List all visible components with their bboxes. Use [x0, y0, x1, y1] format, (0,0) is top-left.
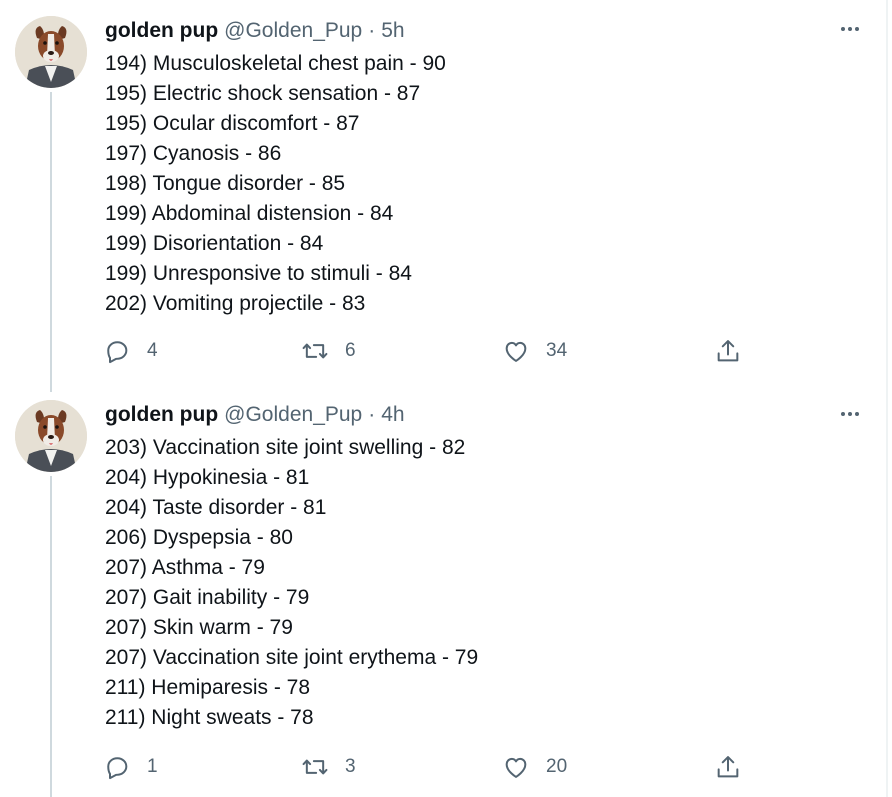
tweet-header: golden pup @Golden_Pup · 5h [105, 17, 405, 45]
retweet-icon [302, 759, 328, 775]
share-button[interactable] [714, 336, 742, 366]
avatar[interactable] [15, 16, 87, 88]
dog-avatar-image [15, 400, 87, 472]
tweet-line: 206) Dyspepsia - 80 [105, 526, 293, 549]
tweet-line: 204) Taste disorder - 81 [105, 496, 327, 519]
tweet-line: 207) Asthma - 79 [105, 556, 265, 579]
author-handle[interactable]: @Golden_Pup [224, 401, 362, 429]
tweet-line: 194) Musculoskeletal chest pain - 90 [105, 52, 446, 75]
retweet-button[interactable]: 3 [301, 752, 356, 782]
tweet-line: 211) Hemiparesis - 78 [105, 676, 311, 699]
tweet-line: 197) Cyanosis - 86 [105, 142, 282, 165]
share-icon [717, 756, 739, 778]
tweet-line: 202) Vomiting projectile - 83 [105, 292, 366, 315]
tweet-line: 207) Vaccination site joint erythema - 7… [105, 646, 479, 669]
reply-button[interactable]: 4 [103, 336, 158, 366]
retweet-icon [302, 343, 328, 359]
tweet-line: 195) Ocular discomfort - 87 [105, 112, 360, 135]
avatar[interactable] [15, 400, 87, 472]
reply-icon [107, 757, 128, 780]
tweet-line: 204) Hypokinesia - 81 [105, 466, 310, 489]
author-handle[interactable]: @Golden_Pup [224, 17, 362, 45]
reply-count: 4 [147, 340, 158, 361]
more-options-icon[interactable] [836, 404, 864, 424]
like-button[interactable]: 34 [502, 336, 567, 366]
tweet-text: 203) Vaccination site joint swelling - 8… [105, 433, 865, 733]
like-count: 34 [546, 340, 568, 361]
tweet-line: 207) Skin warm - 79 [105, 616, 293, 639]
retweet-button[interactable]: 6 [301, 336, 356, 366]
tweet[interactable]: golden pup @Golden_Pup · 5h 194) Musculo… [0, 0, 886, 390]
share-button[interactable] [714, 752, 742, 782]
tweet-line: 195) Electric shock sensation - 87 [105, 82, 421, 105]
timestamp[interactable]: 5h [381, 17, 404, 45]
column-border [886, 0, 888, 797]
tweet-line: 199) Unresponsive to stimuli - 84 [105, 262, 412, 285]
like-count: 20 [546, 756, 568, 777]
more-options-icon[interactable] [836, 19, 864, 39]
tweet-header: golden pup @Golden_Pup · 4h [105, 401, 405, 429]
reply-count: 1 [147, 756, 158, 777]
separator-dot: · [368, 403, 376, 426]
reply-icon [107, 341, 128, 364]
tweet-thread: golden pup @Golden_Pup · 5h 194) Musculo… [0, 0, 892, 797]
tweet-line: 199) Disorientation - 84 [105, 232, 324, 255]
retweet-count: 3 [345, 756, 356, 777]
tweet-line: 203) Vaccination site joint swelling - 8… [105, 436, 466, 459]
heart-icon [505, 341, 527, 362]
author-name[interactable]: golden pup [105, 17, 218, 45]
retweet-count: 6 [345, 340, 356, 361]
share-icon [717, 340, 739, 362]
reply-button[interactable]: 1 [103, 752, 158, 782]
heart-icon [505, 757, 527, 778]
like-button[interactable]: 20 [502, 752, 567, 782]
tweet-text: 194) Musculoskeletal chest pain - 90 195… [105, 49, 865, 319]
dog-avatar-image [15, 16, 87, 88]
tweet-line: 207) Gait inability - 79 [105, 586, 310, 609]
tweet[interactable]: golden pup @Golden_Pup · 4h 203) Vaccina… [0, 384, 886, 797]
timestamp[interactable]: 4h [381, 401, 404, 429]
tweet-actions: 1 3 20 [103, 752, 753, 782]
tweet-line: 199) Abdominal distension - 84 [105, 202, 394, 225]
separator-dot: · [368, 19, 376, 42]
author-name[interactable]: golden pup [105, 401, 218, 429]
tweet-line: 198) Tongue disorder - 85 [105, 172, 346, 195]
tweet-line: 211) Night sweats - 78 [105, 706, 314, 729]
tweet-actions: 4 6 34 [103, 336, 753, 366]
